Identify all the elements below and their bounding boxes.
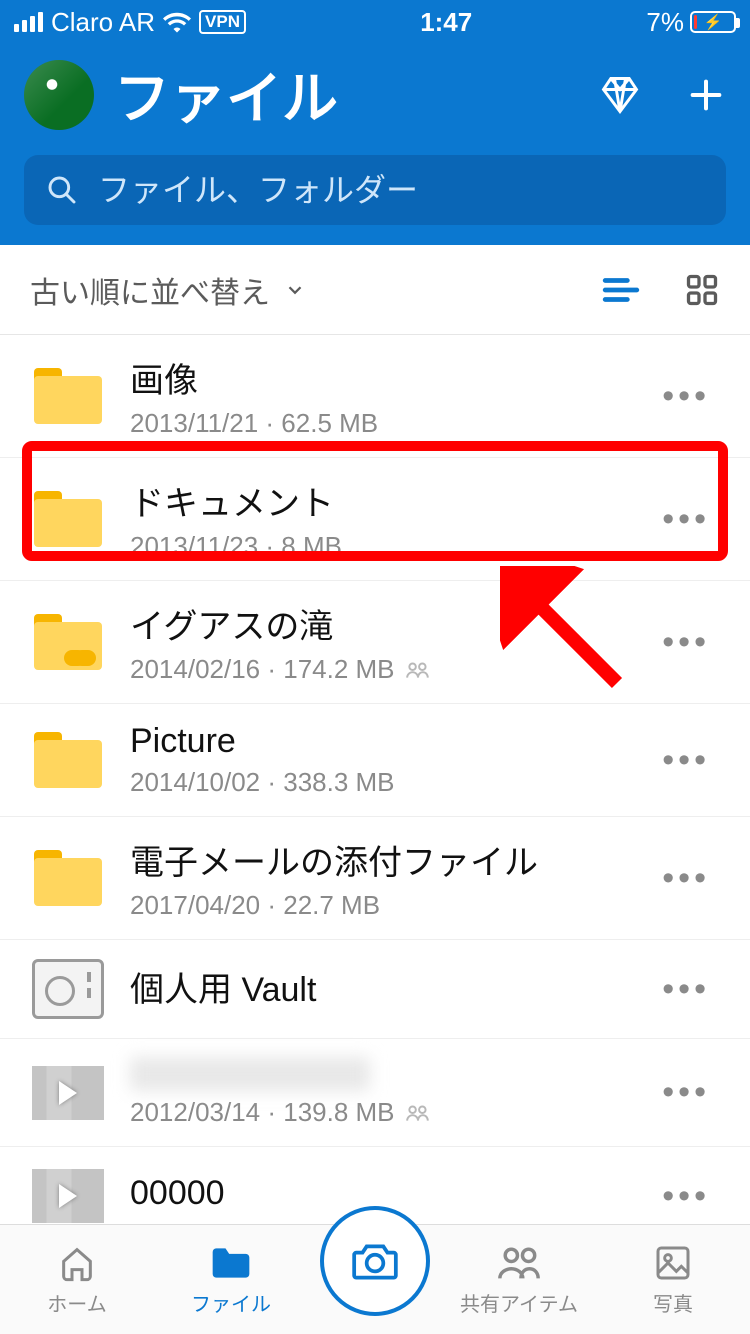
tab-label: ホーム	[47, 1288, 106, 1317]
vpn-badge: VPN	[199, 10, 246, 34]
folder-icon	[209, 1243, 253, 1283]
tab-bar: ホーム ファイル 共有アイテム 写真	[0, 1224, 750, 1334]
more-button[interactable]: •••	[652, 1167, 720, 1226]
folder-icon	[34, 732, 102, 788]
item-meta: 2012/03/14 · 139.8 MB	[130, 1097, 626, 1128]
view-list-icon[interactable]	[602, 275, 640, 305]
premium-icon[interactable]	[598, 73, 642, 117]
status-bar: Claro AR VPN 1:47 7% ⚡	[0, 0, 750, 44]
page-title: ファイル	[114, 54, 578, 135]
wifi-icon	[163, 11, 191, 33]
list-item[interactable]: 個人用 Vault •••	[0, 940, 750, 1039]
more-button[interactable]: •••	[652, 960, 720, 1019]
list-item[interactable]: ドキュメント 2013/11/23 · 8 MB •••	[0, 458, 750, 581]
more-button[interactable]: •••	[652, 490, 720, 549]
item-meta: 2014/10/02 · 338.3 MB	[130, 767, 626, 798]
tab-shared[interactable]: 共有アイテム	[454, 1242, 584, 1317]
home-icon	[57, 1243, 97, 1283]
battery-icon: ⚡	[690, 11, 736, 33]
list-item[interactable]: イグアスの滝 2014/02/16 · 174.2 MB •••	[0, 581, 750, 704]
list-item[interactable]: 電子メールの添付ファイル 2017/04/20 · 22.7 MB •••	[0, 817, 750, 940]
app-header: ファイル	[0, 44, 750, 245]
item-meta: 2017/04/20 · 22.7 MB	[130, 890, 626, 921]
chevron-down-icon	[284, 279, 306, 301]
photo-icon	[653, 1243, 693, 1283]
tab-label: ファイル	[191, 1288, 271, 1317]
item-meta: 2013/11/23 · 8 MB	[130, 531, 626, 562]
tab-home[interactable]: ホーム	[12, 1242, 142, 1317]
tab-files[interactable]: ファイル	[166, 1242, 296, 1317]
folder-icon	[34, 850, 102, 906]
video-thumbnail	[32, 1066, 104, 1120]
shared-icon	[405, 660, 431, 680]
avatar[interactable]	[24, 60, 94, 130]
item-name: 画像	[130, 353, 626, 402]
item-meta: 2013/11/21 · 62.5 MB	[130, 408, 626, 439]
folder-icon	[34, 614, 102, 670]
carrier-label: Claro AR	[51, 7, 155, 38]
tab-photos[interactable]: 写真	[608, 1242, 738, 1317]
item-meta: 2014/02/16 · 174.2 MB	[130, 654, 626, 685]
list-item[interactable]: 画像 2013/11/21 · 62.5 MB •••	[0, 335, 750, 458]
item-name: イグアスの滝	[130, 599, 626, 648]
list-item[interactable]: 2012/03/14 · 139.8 MB •••	[0, 1039, 750, 1147]
item-name: ドキュメント	[130, 476, 626, 525]
vault-icon	[32, 959, 104, 1019]
clock: 1:47	[420, 7, 472, 38]
more-button[interactable]: •••	[652, 367, 720, 426]
battery-percent: 7%	[646, 7, 684, 38]
camera-button[interactable]	[320, 1206, 430, 1316]
list-item[interactable]: Picture 2014/10/02 · 338.3 MB •••	[0, 704, 750, 817]
camera-icon	[350, 1239, 400, 1283]
people-icon	[496, 1243, 542, 1283]
signal-icon	[14, 12, 43, 32]
more-button[interactable]: •••	[652, 731, 720, 790]
sort-bar: 古い順に並べ替え	[0, 245, 750, 335]
item-name: 個人用 Vault	[130, 962, 626, 1011]
item-name: 電子メールの添付ファイル	[130, 835, 626, 884]
file-list: 画像 2013/11/21 · 62.5 MB ••• ドキュメント 2013/11/2…	[0, 335, 750, 1246]
more-button[interactable]: •••	[652, 613, 720, 672]
more-button[interactable]: •••	[652, 849, 720, 908]
search-input[interactable]	[98, 172, 704, 209]
add-icon[interactable]	[686, 75, 726, 115]
view-grid-icon[interactable]	[684, 272, 720, 308]
item-name	[130, 1057, 370, 1091]
sort-button[interactable]: 古い順に並べ替え	[30, 268, 306, 312]
folder-icon	[34, 491, 102, 547]
more-button[interactable]: •••	[652, 1063, 720, 1122]
sort-label: 古い順に並べ替え	[30, 268, 270, 312]
tab-label: 共有アイテム	[460, 1288, 578, 1317]
search-icon	[46, 174, 78, 206]
search-field[interactable]	[24, 155, 726, 225]
folder-icon	[34, 368, 102, 424]
video-thumbnail	[32, 1169, 104, 1223]
shared-icon	[405, 1103, 431, 1123]
tab-label: 写真	[653, 1288, 693, 1317]
item-name: Picture	[130, 722, 626, 761]
